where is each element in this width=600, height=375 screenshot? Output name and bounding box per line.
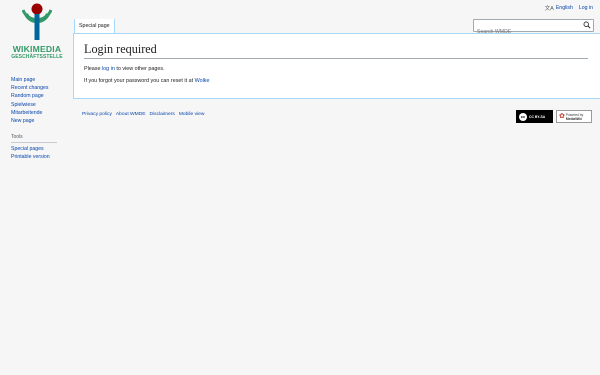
mobile-view-link[interactable]: Mobile view	[179, 112, 205, 117]
personal-tools: 文A English Log in	[545, 4, 593, 12]
mediawiki-label: MediaWiki	[565, 116, 582, 121]
powered-by-mediawiki-badge[interactable]: ✿ Powered by MediaWiki	[556, 110, 592, 123]
tools-menu: Special pages Printable version	[11, 145, 57, 161]
language-label: English	[555, 5, 573, 11]
logo-subtitle: GESCHÄFTSSTELLE	[11, 54, 63, 60]
wolke-link[interactable]: Wolke	[195, 78, 210, 84]
wikimedia-logo-icon	[22, 3, 52, 40]
cc-license-badge[interactable]: cc CC BY-SA	[516, 110, 553, 123]
privacy-policy-link[interactable]: Privacy policy	[82, 112, 112, 117]
page-title: Login required	[84, 41, 588, 59]
mediawiki-flower-icon: ✿	[559, 113, 565, 120]
sidebar: Main page Recent changes Random page Spi…	[11, 76, 57, 162]
cc-license-label: CC BY-SA	[529, 114, 546, 119]
cc-icon: cc	[519, 112, 527, 121]
navigation-menu: Main page Recent changes Random page Spi…	[11, 76, 57, 125]
about-link[interactable]: About WMDE	[116, 112, 146, 117]
disclaimers-link[interactable]: Disclaimers	[150, 112, 175, 117]
login-message-suffix: to view other pages.	[114, 66, 165, 72]
sidebar-item-spielwiese[interactable]: Spielwiese	[11, 102, 36, 108]
search-box	[473, 19, 594, 38]
content-area: Login required Please log in to view oth…	[73, 33, 600, 99]
site-logo[interactable]: WIKIMEDIA GESCHÄFTSSTELLE	[6, 2, 68, 64]
login-link[interactable]: Log in	[579, 5, 593, 11]
tab-special-page[interactable]: Special page	[74, 19, 115, 33]
language-selector[interactable]: 文A English	[545, 4, 573, 12]
sidebar-item-printable-version[interactable]: Printable version	[11, 154, 50, 160]
sidebar-item-main-page[interactable]: Main page	[11, 77, 35, 83]
search-icon[interactable]	[583, 21, 591, 29]
sidebar-item-new-page[interactable]: New page	[11, 118, 34, 124]
login-message-prefix: Please	[84, 66, 102, 72]
reset-message: If you forgot your password you can rese…	[84, 78, 209, 84]
language-icon: 文A	[544, 6, 554, 12]
sidebar-item-mitarbeitende[interactable]: Mitarbeitende	[11, 110, 42, 116]
reset-message-prefix: If you forgot your password you can rese…	[84, 78, 195, 84]
logo-title: WIKIMEDIA	[12, 44, 62, 54]
log-in-link[interactable]: log in	[102, 66, 115, 72]
footer-links: Privacy policy About WMDE Disclaimers Mo…	[82, 112, 204, 117]
login-message: Please log in to view other pages.	[84, 66, 165, 72]
sidebar-item-random-page[interactable]: Random page	[11, 93, 44, 99]
sidebar-item-special-pages[interactable]: Special pages	[11, 146, 44, 152]
tools-heading: Tools	[11, 134, 57, 144]
sidebar-item-recent-changes[interactable]: Recent changes	[11, 85, 49, 91]
